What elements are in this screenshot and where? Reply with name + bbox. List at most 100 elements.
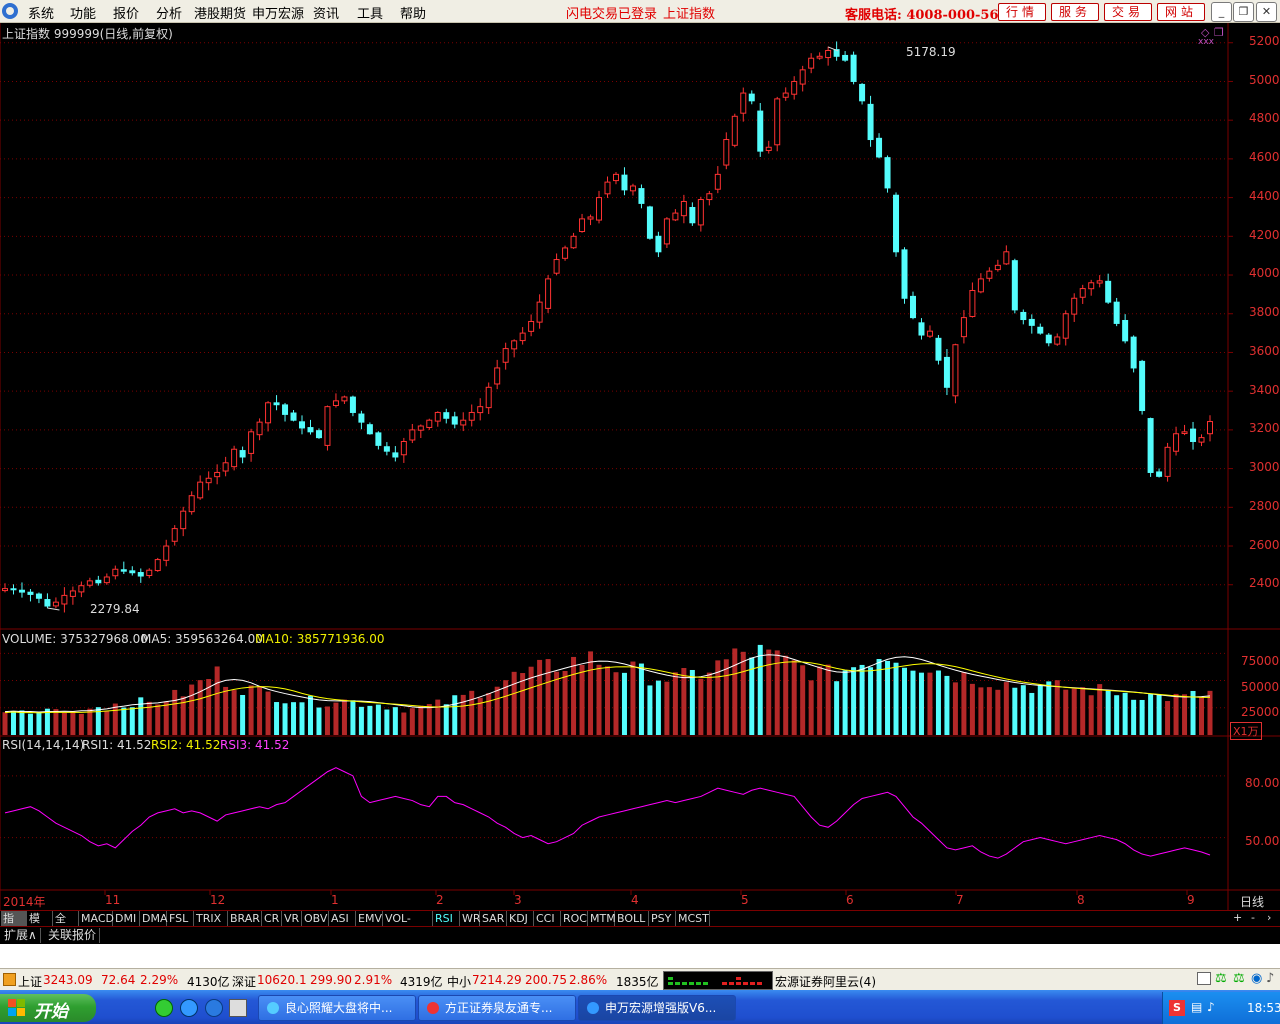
menu-tools[interactable]: 工具 <box>357 3 383 22</box>
flash-trade-status: 闪电交易已登录 <box>566 7 658 22</box>
quicklaunch-ie-icon[interactable] <box>180 999 198 1017</box>
volume-bar <box>885 660 891 735</box>
indicator-tab-指标[interactable]: 指标 <box>1 911 27 940</box>
zoom-out-icon[interactable]: - <box>1251 911 1255 924</box>
volume-icon[interactable]: ♪ <box>1207 1000 1221 1016</box>
candle <box>265 402 272 424</box>
indicator-tab-cr[interactable]: CR <box>262 911 282 926</box>
indicator-tab-kdj[interactable]: KDJ <box>507 911 534 926</box>
task-window-1[interactable]: 良心照耀大盘将中... <box>258 995 416 1021</box>
menu-function[interactable]: 功能 <box>70 3 96 22</box>
indicator-tab-psy[interactable]: PSY <box>649 911 676 926</box>
chat-icon[interactable]: ◉ <box>1251 971 1262 986</box>
rsi3-label: RSI3: 41.52 <box>220 738 290 752</box>
indicator-tab-vr[interactable]: VR <box>282 911 302 926</box>
zoom-in-icon[interactable]: + <box>1233 911 1242 924</box>
indicator-tab-mcst[interactable]: MCST <box>676 911 710 926</box>
candle <box>672 212 679 221</box>
indicator-tab-trix[interactable]: TRIX <box>194 911 228 926</box>
indicator-tab-vol-tdx[interactable]: VOL-TDX <box>383 911 433 940</box>
indicator-tab-mtm[interactable]: MTM <box>588 911 616 926</box>
service-button[interactable]: 服务 <box>1051 3 1099 21</box>
candle <box>909 295 916 319</box>
candle <box>1164 446 1171 477</box>
indicator-tab-roc[interactable]: ROC <box>561 911 588 926</box>
cross-marks-icon: xxx <box>1198 37 1214 47</box>
minimize-icon[interactable]: _ <box>1211 2 1232 22</box>
volume-bar <box>129 707 135 735</box>
indicator-tab-sar[interactable]: SAR <box>480 911 507 926</box>
tab-extension[interactable]: 扩展∧ <box>1 928 41 943</box>
menu-analysis[interactable]: 分析 <box>156 3 182 22</box>
stock-chart[interactable] <box>0 23 1280 910</box>
tab-related-quotes[interactable]: 关联报价 <box>45 928 101 943</box>
display-icon[interactable]: ▤ <box>1191 1000 1205 1016</box>
ticker-menu-icon[interactable] <box>3 973 16 986</box>
volume-bar <box>418 705 424 735</box>
sz-index-name[interactable]: 深证 <box>232 973 256 990</box>
candle <box>460 419 467 426</box>
menu-swhy[interactable]: 申万宏源 <box>252 3 304 22</box>
candle <box>943 356 950 388</box>
indicator-tab-模板[interactable]: 模板 <box>27 911 53 940</box>
close-icon[interactable]: ✕ <box>1256 2 1277 22</box>
indicator-tab-brar[interactable]: BRAR <box>228 911 262 926</box>
quicklaunch-browser-icon[interactable] <box>205 999 223 1017</box>
broker-server[interactable]: 宏源证券阿里云(4) <box>775 973 876 990</box>
keyboard-icon[interactable] <box>1197 972 1211 985</box>
menu-help[interactable]: 帮助 <box>400 3 426 22</box>
quicklaunch-green-icon[interactable] <box>155 999 173 1017</box>
period-label[interactable]: 日线 <box>1240 893 1264 910</box>
indicator-tab-boll[interactable]: BOLL <box>615 911 649 926</box>
indicator-tab-fsl[interactable]: FSL <box>167 911 194 926</box>
candle <box>1003 251 1010 265</box>
candle <box>1113 301 1120 324</box>
indicator-tab-macd[interactable]: MACD <box>79 911 114 926</box>
indicator-tab-dma[interactable]: DMA <box>140 911 168 926</box>
volume-label: VOLUME: 375327968.00 <box>2 632 148 646</box>
sh-index-name[interactable]: 上证 <box>18 973 42 990</box>
indicator-tab-rsi[interactable]: RSI <box>433 911 460 926</box>
start-button[interactable]: 开始 <box>0 994 96 1022</box>
signal-icon[interactable]: ⚖ <box>1215 971 1227 986</box>
candle <box>774 98 781 146</box>
restore-icon[interactable]: ❐ <box>1233 2 1254 22</box>
menu-quote[interactable]: 报价 <box>113 3 139 22</box>
indicator-tab-asi[interactable]: ASI <box>329 911 356 926</box>
task-window-3[interactable]: 申万宏源增强版V6... <box>578 995 736 1021</box>
menu-info[interactable]: 资讯 <box>313 3 339 22</box>
indicator-tab-emv[interactable]: EMV <box>356 911 383 926</box>
volume-bar <box>443 704 449 735</box>
candle <box>791 80 798 95</box>
candle <box>867 103 874 141</box>
quicklaunch-desktop-icon[interactable] <box>229 999 247 1017</box>
task-window-2[interactable]: 方正证券泉友通专... <box>418 995 576 1021</box>
quote-service-button[interactable]: 行情 <box>998 3 1046 21</box>
chart-area[interactable]: 上证指数 999999(日线,前复权) ◇ ❐ xxx 5178.19 2279… <box>0 23 1280 910</box>
candle <box>290 412 297 421</box>
indicator-tab-wr[interactable]: WR <box>460 911 481 926</box>
candle <box>392 452 399 458</box>
rsi2-label: RSI2: 41.52 <box>151 738 221 752</box>
start-label: 开始 <box>34 1002 68 1022</box>
indicator-tab-全部[interactable]: 全部 <box>53 911 79 940</box>
speaker-icon[interactable]: ♪ <box>1266 971 1274 986</box>
window-toggle-icon[interactable]: ❐ <box>1214 26 1224 39</box>
menu-hk-futures[interactable]: 港股期货 <box>194 3 246 22</box>
trade-button[interactable]: 交易 <box>1104 3 1152 21</box>
chevron-right-icon[interactable]: › <box>1267 911 1271 924</box>
menu-system[interactable]: 系统 <box>28 3 54 22</box>
candle <box>307 427 314 433</box>
candle <box>248 431 255 454</box>
alert-icon[interactable]: ⚖ <box>1233 971 1245 986</box>
indicator-tab-cci[interactable]: CCI <box>534 911 561 926</box>
tab-scroll-controls: + - › <box>1229 911 1280 926</box>
date-label: 2014年 <box>3 895 46 909</box>
website-button[interactable]: 网站 <box>1157 3 1205 21</box>
sogou-ime-icon[interactable]: S <box>1169 1000 1185 1016</box>
volume-bar <box>1139 699 1145 735</box>
sme-index-name[interactable]: 中小 <box>447 973 471 990</box>
indicator-tab-obv[interactable]: OBV <box>302 911 329 926</box>
volume-bar <box>621 672 627 735</box>
indicator-tab-dmi[interactable]: DMI <box>113 911 140 926</box>
